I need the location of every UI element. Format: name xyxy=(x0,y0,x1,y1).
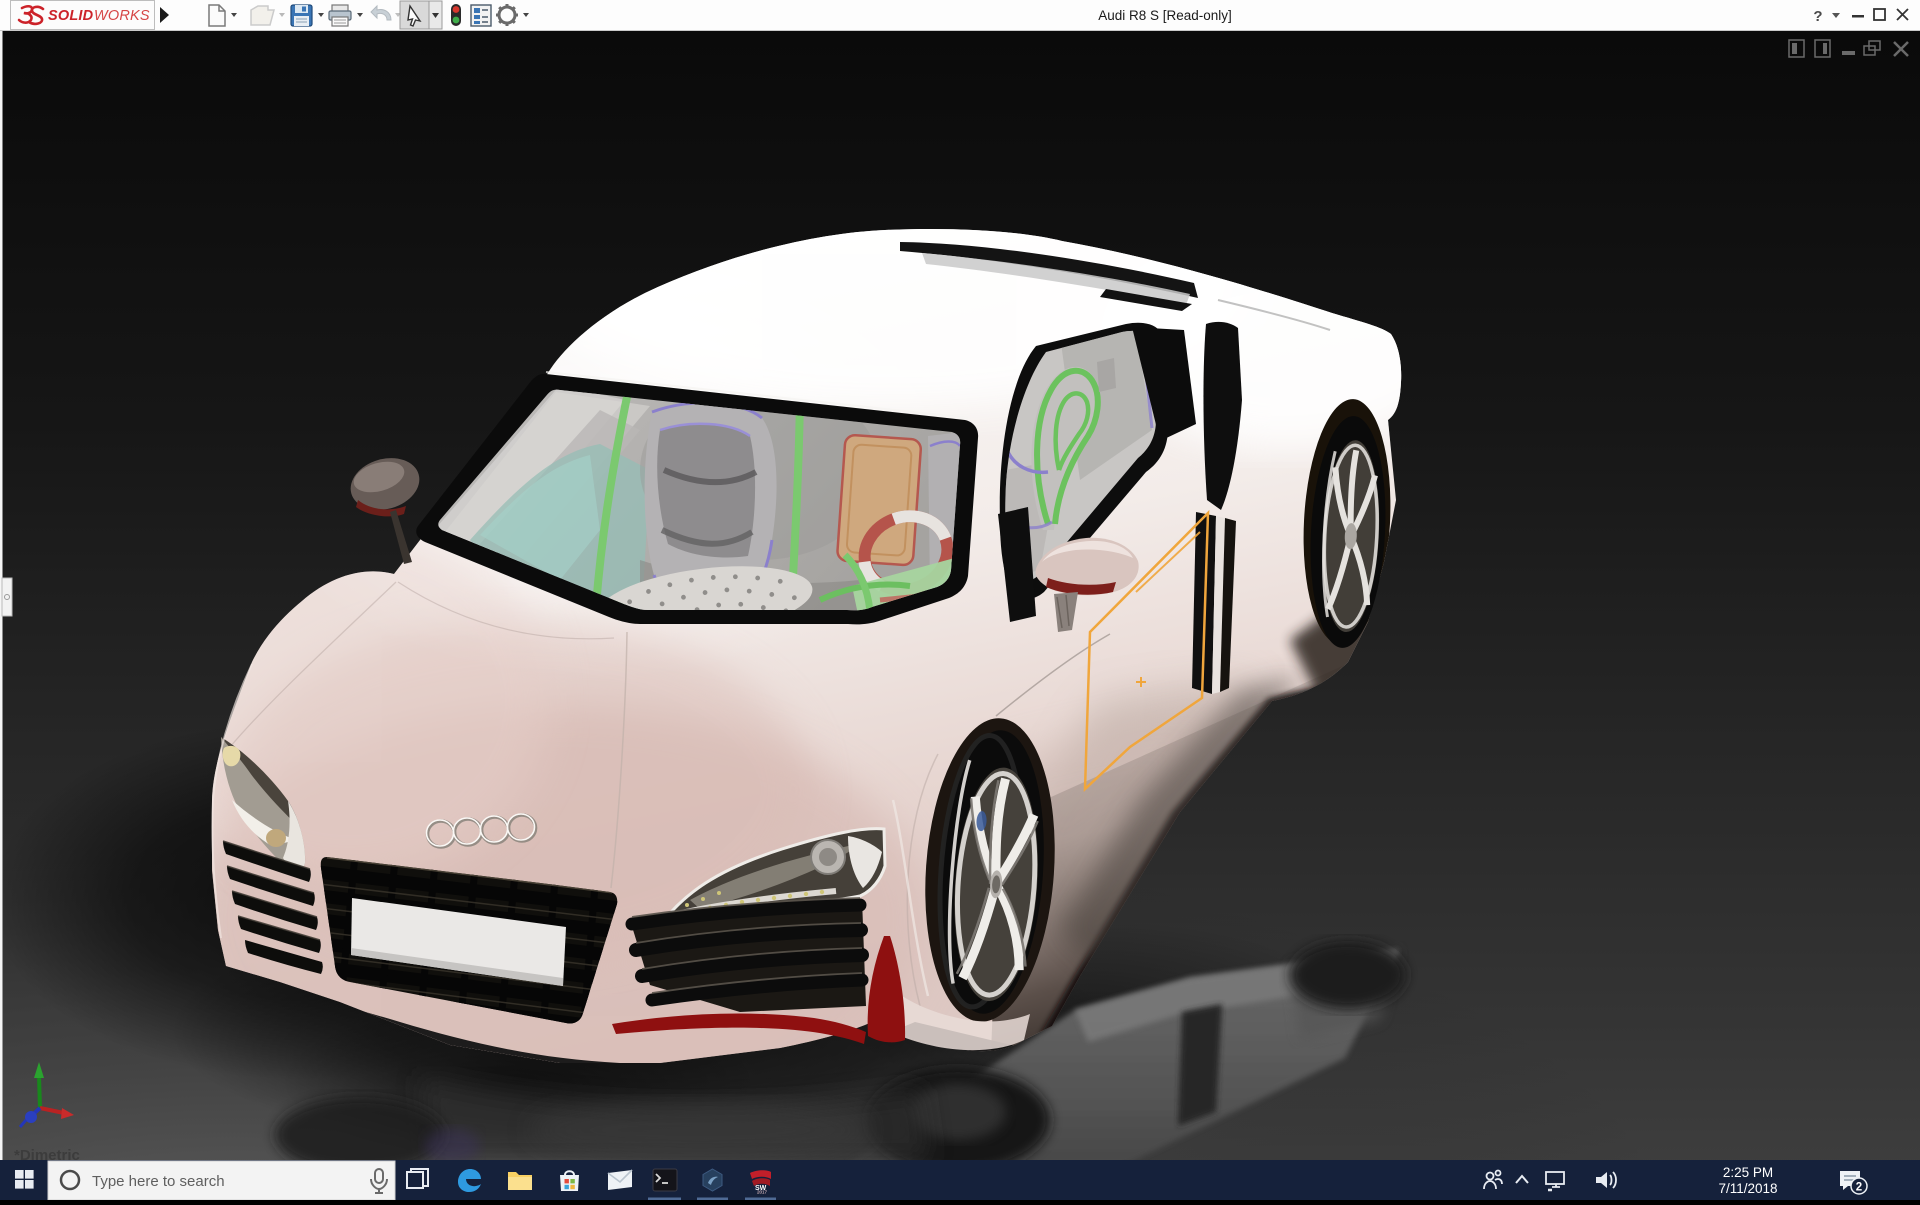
svg-text:WORKS: WORKS xyxy=(94,8,150,24)
svg-text:?: ? xyxy=(1813,8,1822,25)
svg-text:7/11/2018: 7/11/2018 xyxy=(1718,1181,1777,1196)
svg-text:SOLID: SOLID xyxy=(48,8,94,24)
svg-text:2: 2 xyxy=(1856,1182,1862,1194)
svg-text:2:25 PM: 2:25 PM xyxy=(1723,1165,1773,1180)
svg-text:Audi R8 S [Read-only]: Audi R8 S [Read-only] xyxy=(1098,8,1232,23)
svg-text:2017: 2017 xyxy=(757,1190,768,1195)
svg-text:Type here to search: Type here to search xyxy=(92,1173,225,1190)
